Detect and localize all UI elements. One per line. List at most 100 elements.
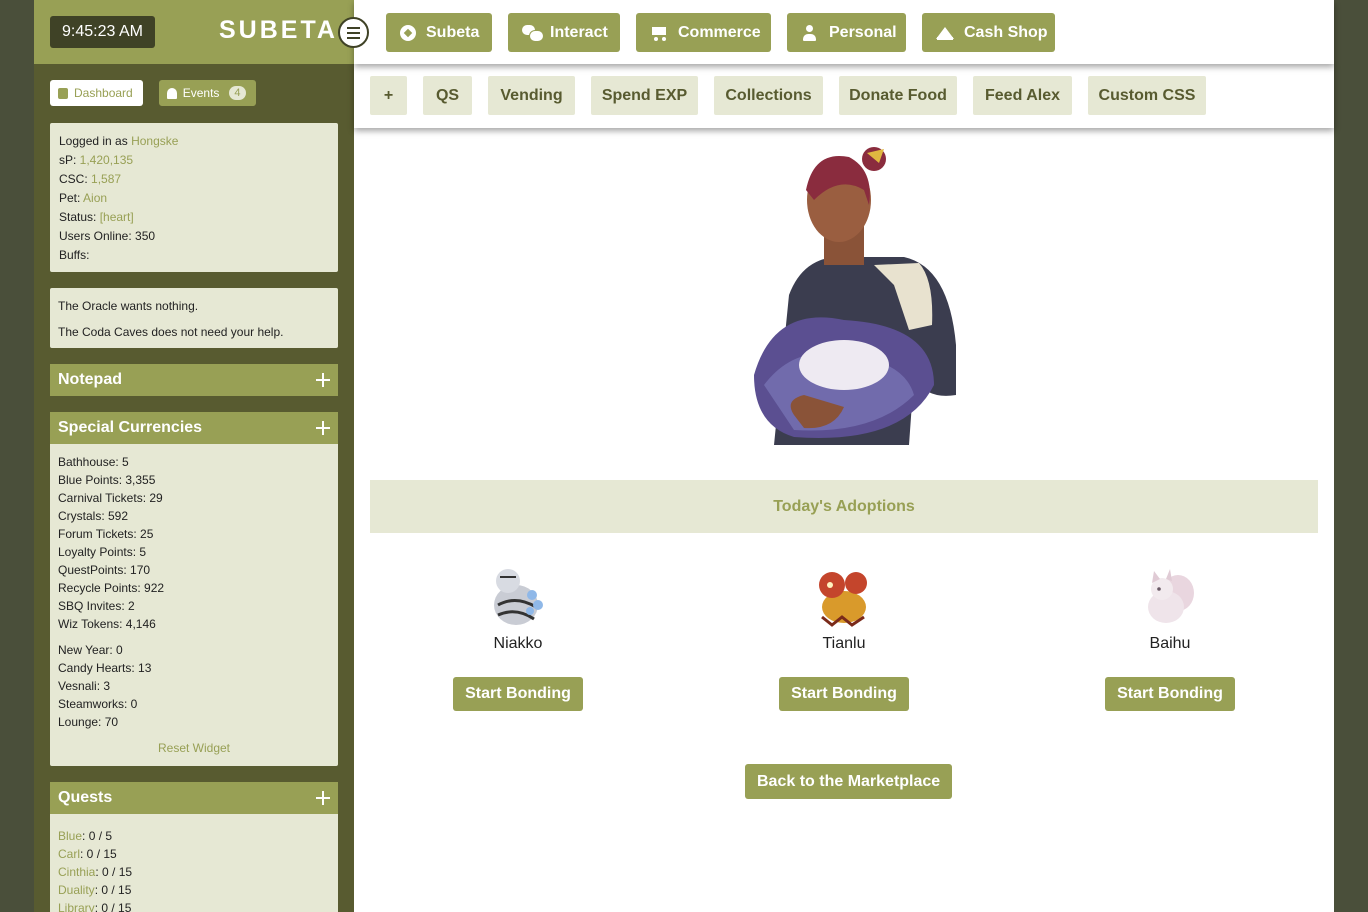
- quest-row: Blue: 0 / 5: [58, 828, 330, 846]
- shopkeeper-portrait: [754, 147, 956, 445]
- nav-interact-label: Interact: [550, 23, 608, 41]
- coda-caves-message: The Coda Caves does not need your help.: [58, 325, 284, 339]
- quest-progress: : 0 / 5: [82, 829, 113, 843]
- move-icon[interactable]: [316, 421, 330, 435]
- cart-icon: [650, 25, 668, 41]
- hamburger-menu-button[interactable]: [338, 17, 369, 48]
- csc-row: CSC: 1,587: [59, 171, 329, 190]
- adoption-pet-baihu: Baihu Start Bonding: [1070, 565, 1270, 711]
- tianlu-pet-image[interactable]: [812, 565, 876, 629]
- tab-dashboard-label: Dashboard: [74, 86, 133, 100]
- special-currencies-title: Special Currencies: [58, 419, 203, 436]
- csc-link[interactable]: 1,587: [91, 172, 121, 186]
- status-label: Status:: [59, 210, 100, 224]
- quest-row: Cinthia: 0 / 15: [58, 864, 330, 882]
- events-count-badge: 4: [229, 86, 246, 100]
- status-link[interactable]: [heart]: [100, 210, 134, 224]
- quest-row: Duality: 0 / 15: [58, 882, 330, 900]
- quest-link[interactable]: Carl: [58, 847, 80, 861]
- currency-row: Forum Tickets: 25: [58, 527, 154, 541]
- status-row: Status: [heart]: [59, 209, 329, 228]
- nav-cash-shop[interactable]: Cash Shop: [922, 13, 1055, 52]
- pet-name: Baihu: [1149, 635, 1191, 652]
- special-currencies-header[interactable]: Special Currencies: [50, 412, 338, 444]
- tab-dashboard[interactable]: Dashboard: [50, 80, 143, 106]
- logged-in-row: Logged in as Hongske: [59, 133, 329, 152]
- move-icon[interactable]: [316, 373, 330, 387]
- main-nav: Subeta Interact Commerce Personal Cash S…: [354, 0, 1334, 64]
- sidebar: 9:45:23 AM SUBETA Dashboard Events 4 Log…: [34, 0, 354, 912]
- user-info-panel: Logged in as Hongske sP: 1,420,135 CSC: …: [50, 123, 338, 272]
- pet-name: Tianlu: [822, 635, 866, 652]
- sp-link[interactable]: 1,420,135: [80, 153, 133, 167]
- event-currency-row: Candy Hearts: 13: [58, 661, 152, 675]
- currency-row: SBQ Invites: 2: [58, 599, 135, 613]
- quick-link-feed-alex[interactable]: Feed Alex: [973, 76, 1072, 115]
- currency-row: Blue Points: 3,355: [58, 473, 156, 487]
- quick-link-donate-food[interactable]: Donate Food: [839, 76, 957, 115]
- nav-commerce[interactable]: Commerce: [636, 13, 771, 52]
- start-bonding-button[interactable]: Start Bonding: [453, 677, 583, 711]
- nav-commerce-label: Commerce: [678, 23, 761, 41]
- notepad-title: Notepad: [58, 371, 122, 388]
- users-online: Users Online: 350: [59, 229, 156, 243]
- nav-subeta[interactable]: Subeta: [386, 13, 492, 52]
- oracle-panel: The Oracle wants nothing. The Coda Caves…: [50, 288, 338, 348]
- pet-link[interactable]: Aion: [83, 191, 107, 205]
- quest-row: Carl: 0 / 15: [58, 846, 330, 864]
- event-currency-row: Lounge: 70: [58, 715, 119, 729]
- clipboard-icon: [58, 87, 68, 99]
- adoption-pet-tianlu: Tianlu Start Bonding: [744, 565, 944, 711]
- crown-icon: [936, 25, 954, 41]
- quest-link[interactable]: Blue: [58, 829, 82, 843]
- username-link[interactable]: Hongske: [131, 134, 178, 148]
- tab-events[interactable]: Events 4: [158, 80, 256, 106]
- quest-row: Library: 0 / 15: [58, 900, 330, 912]
- special-currencies-widget: Special Currencies Bathhouse: 5 Blue Poi…: [50, 412, 338, 766]
- quick-link-spend-exp[interactable]: Spend EXP: [591, 76, 698, 115]
- currency-row: Bathhouse: 5: [58, 455, 129, 469]
- pet-name: Niakko: [493, 635, 543, 652]
- user-icon: [801, 24, 819, 41]
- start-bonding-button[interactable]: Start Bonding: [1105, 677, 1235, 711]
- sidebar-header: 9:45:23 AM SUBETA: [34, 0, 354, 64]
- quick-link-vending[interactable]: Vending: [488, 76, 575, 115]
- start-bonding-button[interactable]: Start Bonding: [779, 677, 909, 711]
- currency-row: Wiz Tokens: 4,146: [58, 617, 156, 631]
- quest-link[interactable]: Library: [58, 901, 95, 912]
- add-quick-link-button[interactable]: +: [370, 76, 407, 115]
- baihu-pet-image[interactable]: [1138, 565, 1202, 629]
- quest-link[interactable]: Cinthia: [58, 865, 95, 879]
- quest-progress: : 0 / 15: [94, 901, 132, 912]
- back-to-marketplace-button[interactable]: Back to the Marketplace: [745, 764, 953, 799]
- page: 9:45:23 AM SUBETA Dashboard Events 4 Log…: [34, 0, 1334, 912]
- quests-header[interactable]: Quests: [50, 782, 338, 814]
- sp-row: sP: 1,420,135: [59, 152, 329, 171]
- quick-link-collections[interactable]: Collections: [714, 76, 823, 115]
- comments-icon: [522, 24, 544, 42]
- logged-in-label: Logged in as: [59, 134, 132, 148]
- nav-interact[interactable]: Interact: [508, 13, 620, 52]
- quick-link-qs[interactable]: QS: [423, 76, 472, 115]
- nav-cash-shop-label: Cash Shop: [964, 23, 1048, 41]
- todays-adoptions-heading: Today's Adoptions: [370, 480, 1318, 533]
- quest-list: Blue: 0 / 5 Carl: 0 / 15 Cinthia: 0 / 15…: [50, 814, 338, 912]
- pet-label: Pet:: [59, 191, 84, 205]
- compass-icon: [400, 24, 416, 41]
- quests-widget: Quests Blue: 0 / 5 Carl: 0 / 15 Cinthia:…: [50, 782, 338, 912]
- niakko-pet-image[interactable]: [486, 565, 550, 629]
- currency-row: Carnival Tickets: 29: [58, 491, 163, 505]
- reset-widget-link[interactable]: Reset Widget: [58, 741, 330, 755]
- event-currency-row: Vesnali: 3: [58, 679, 111, 693]
- notepad-header[interactable]: Notepad: [50, 364, 338, 396]
- site-logo[interactable]: SUBETA: [219, 16, 338, 45]
- quick-links-bar: + QS Vending Spend EXP Collections Donat…: [354, 64, 1334, 128]
- adoption-pet-niakko: Niakko Start Bonding: [418, 565, 618, 711]
- move-icon[interactable]: [316, 791, 330, 805]
- quest-link[interactable]: Duality: [58, 883, 95, 897]
- nav-personal[interactable]: Personal: [787, 13, 906, 52]
- nav-personal-label: Personal: [829, 23, 897, 41]
- sidebar-tabs: Dashboard Events 4: [50, 80, 256, 106]
- currency-row: Crystals: 592: [58, 509, 129, 523]
- quick-link-custom-css[interactable]: Custom CSS: [1088, 76, 1206, 115]
